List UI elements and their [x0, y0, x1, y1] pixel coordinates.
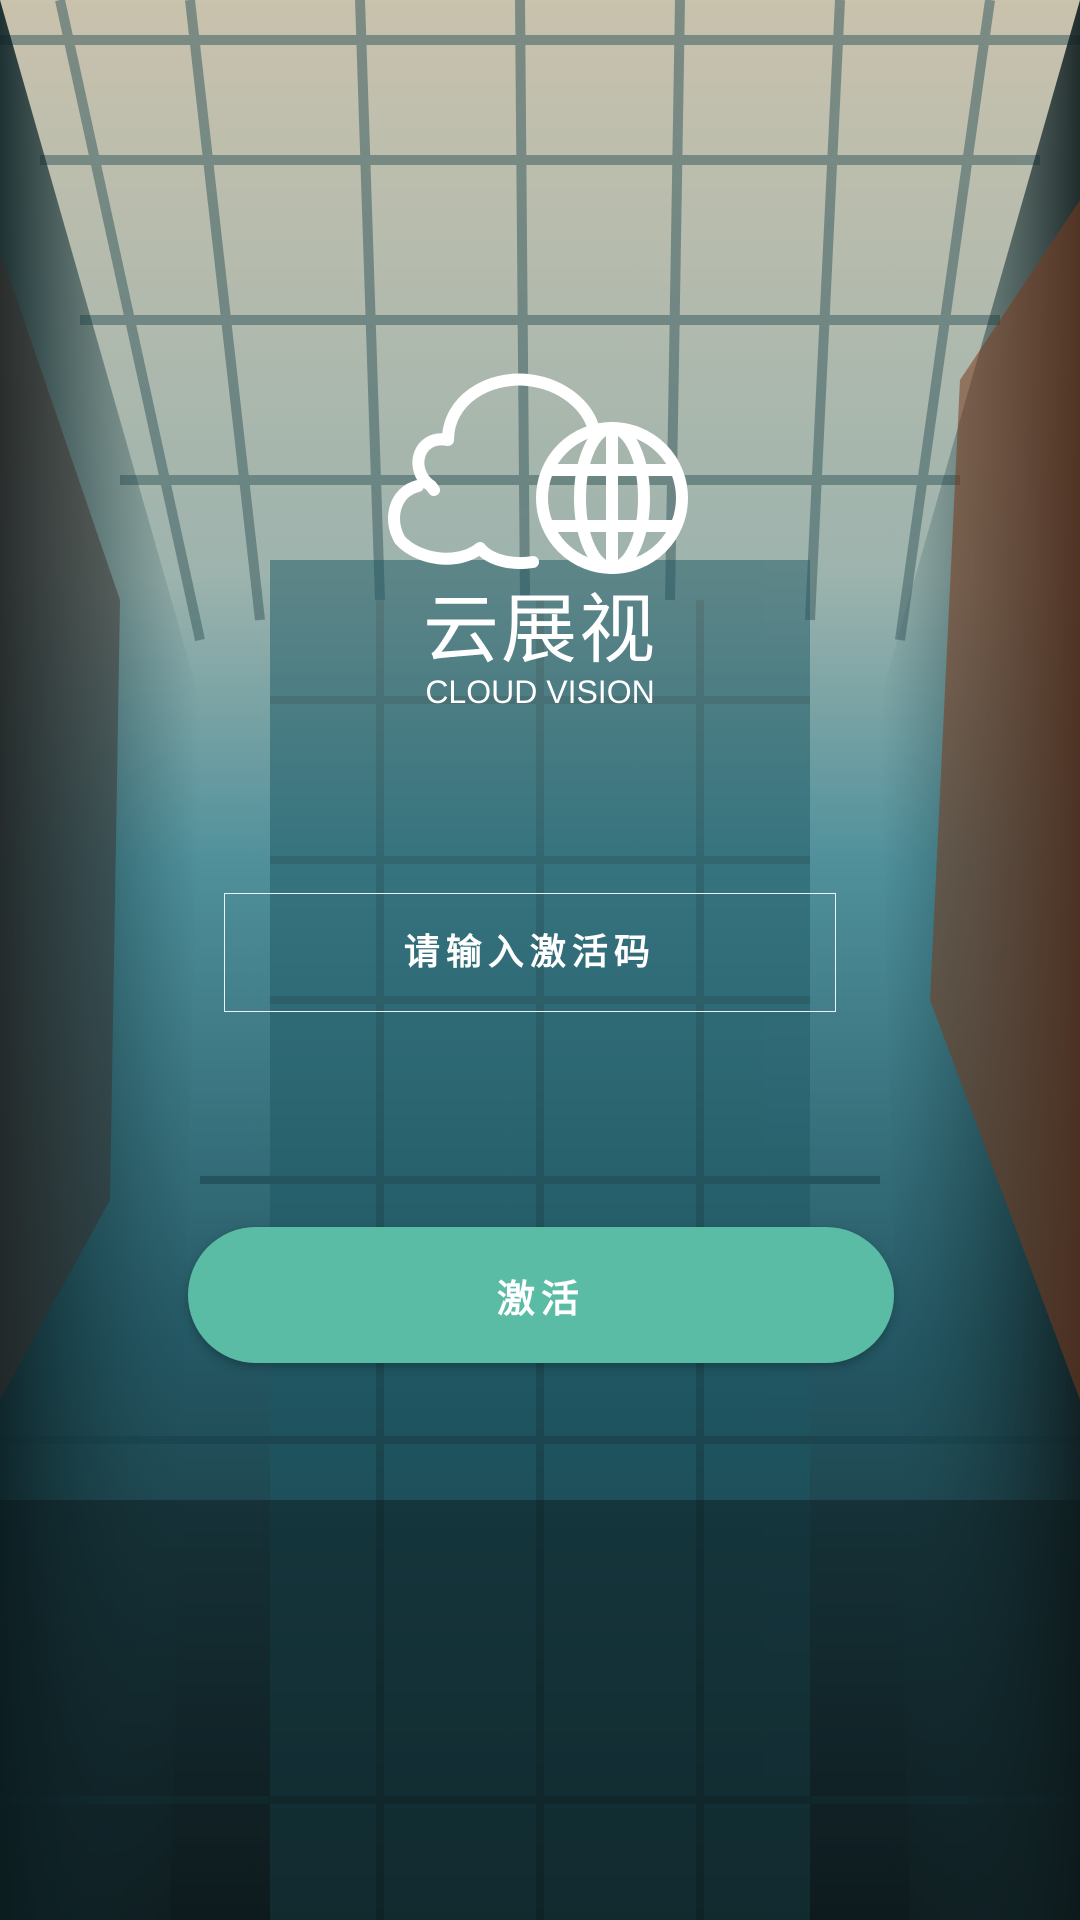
brand-logo: 云展视 CLOUD VISION [0, 370, 1080, 720]
brand-name-en: CLOUD VISION [425, 674, 655, 710]
brand-name-cn: 云展视 [423, 585, 657, 674]
activation-screen: 云展视 CLOUD VISION 激活 [0, 0, 1080, 1920]
activate-button[interactable]: 激活 [188, 1227, 894, 1363]
cloud-globe-icon [388, 373, 688, 574]
activation-code-input[interactable] [224, 893, 836, 1012]
